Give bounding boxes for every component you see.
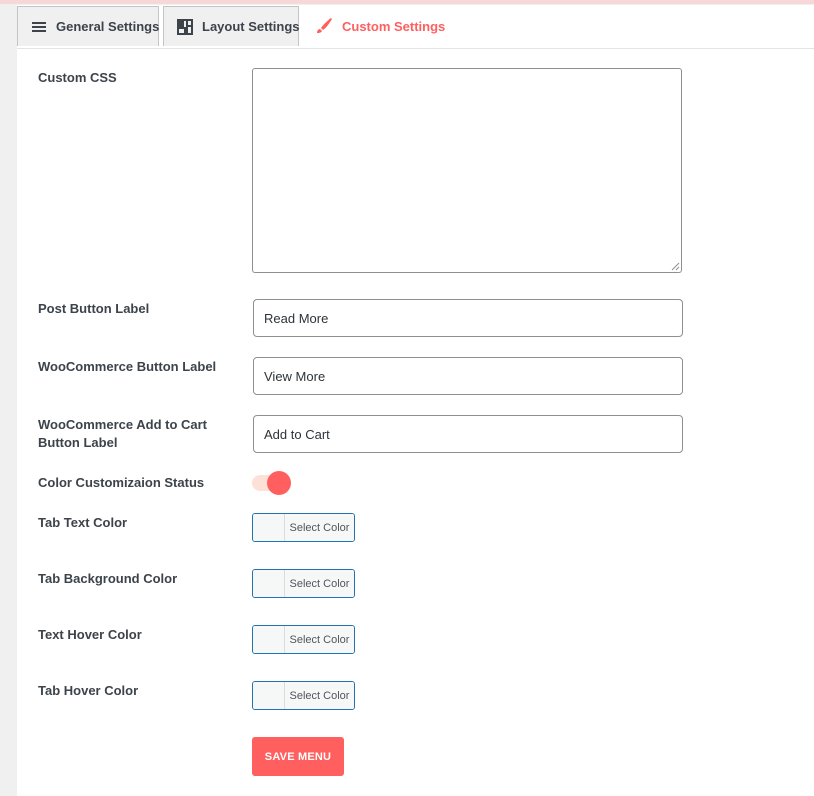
tab-hover-color-picker[interactable]: Select Color: [252, 681, 355, 710]
tab-layout-settings[interactable]: Layout Settings: [163, 6, 300, 46]
layout-grid-icon: [177, 18, 193, 36]
tab-text-color-label: Tab Text Color: [38, 515, 128, 530]
settings-panel: General Settings Layout Settings Custom …: [17, 5, 814, 796]
hamburger-menu-icon: [31, 18, 47, 36]
woo-button-label: WooCommerce Button Label: [38, 359, 217, 374]
color-swatch: [253, 626, 285, 653]
top-accent-bar: [0, 0, 814, 4]
color-status-toggle[interactable]: [252, 470, 292, 496]
tab-label: Layout Settings: [202, 19, 300, 34]
save-menu-button[interactable]: SAVE MENU: [252, 737, 344, 776]
tab-text-color-picker[interactable]: Select Color: [252, 513, 355, 542]
settings-tabs: General Settings Layout Settings Custom …: [17, 5, 814, 49]
tab-label: General Settings: [56, 19, 160, 34]
text-hover-color-picker[interactable]: Select Color: [252, 625, 355, 654]
select-color-text: Select Color: [285, 682, 354, 709]
color-swatch: [253, 682, 285, 709]
resize-grip-icon[interactable]: [671, 262, 680, 271]
post-button-input[interactable]: [253, 299, 683, 337]
woo-cart-button-label: WooCommerce Add to Cart Button Label: [38, 416, 207, 452]
toggle-knob: [267, 471, 291, 495]
paint-brush-icon: [315, 17, 333, 35]
woo-cart-label-line1: WooCommerce Add to Cart: [38, 417, 208, 432]
color-swatch: [253, 514, 285, 541]
tab-bg-color-label: Tab Background Color: [38, 571, 178, 586]
select-color-text: Select Color: [285, 570, 354, 597]
tab-general-settings[interactable]: General Settings: [17, 6, 159, 46]
tab-custom-settings[interactable]: Custom Settings: [307, 6, 447, 46]
select-color-text: Select Color: [285, 626, 354, 653]
tab-label: Custom Settings: [342, 18, 446, 34]
custom-css-textarea[interactable]: [252, 68, 682, 273]
select-color-text: Select Color: [285, 514, 354, 541]
text-hover-color-label: Text Hover Color: [38, 627, 142, 642]
tab-bg-color-picker[interactable]: Select Color: [252, 569, 355, 598]
custom-css-label: Custom CSS: [38, 70, 117, 85]
woo-cart-label-line2: Button Label: [38, 435, 118, 450]
woo-button-input[interactable]: [253, 357, 683, 395]
color-status-label: Color Customizaion Status: [38, 475, 205, 490]
color-swatch: [253, 570, 285, 597]
woo-cart-button-input[interactable]: [253, 415, 683, 453]
tab-hover-color-label: Tab Hover Color: [38, 683, 139, 698]
post-button-label: Post Button Label: [38, 301, 150, 316]
